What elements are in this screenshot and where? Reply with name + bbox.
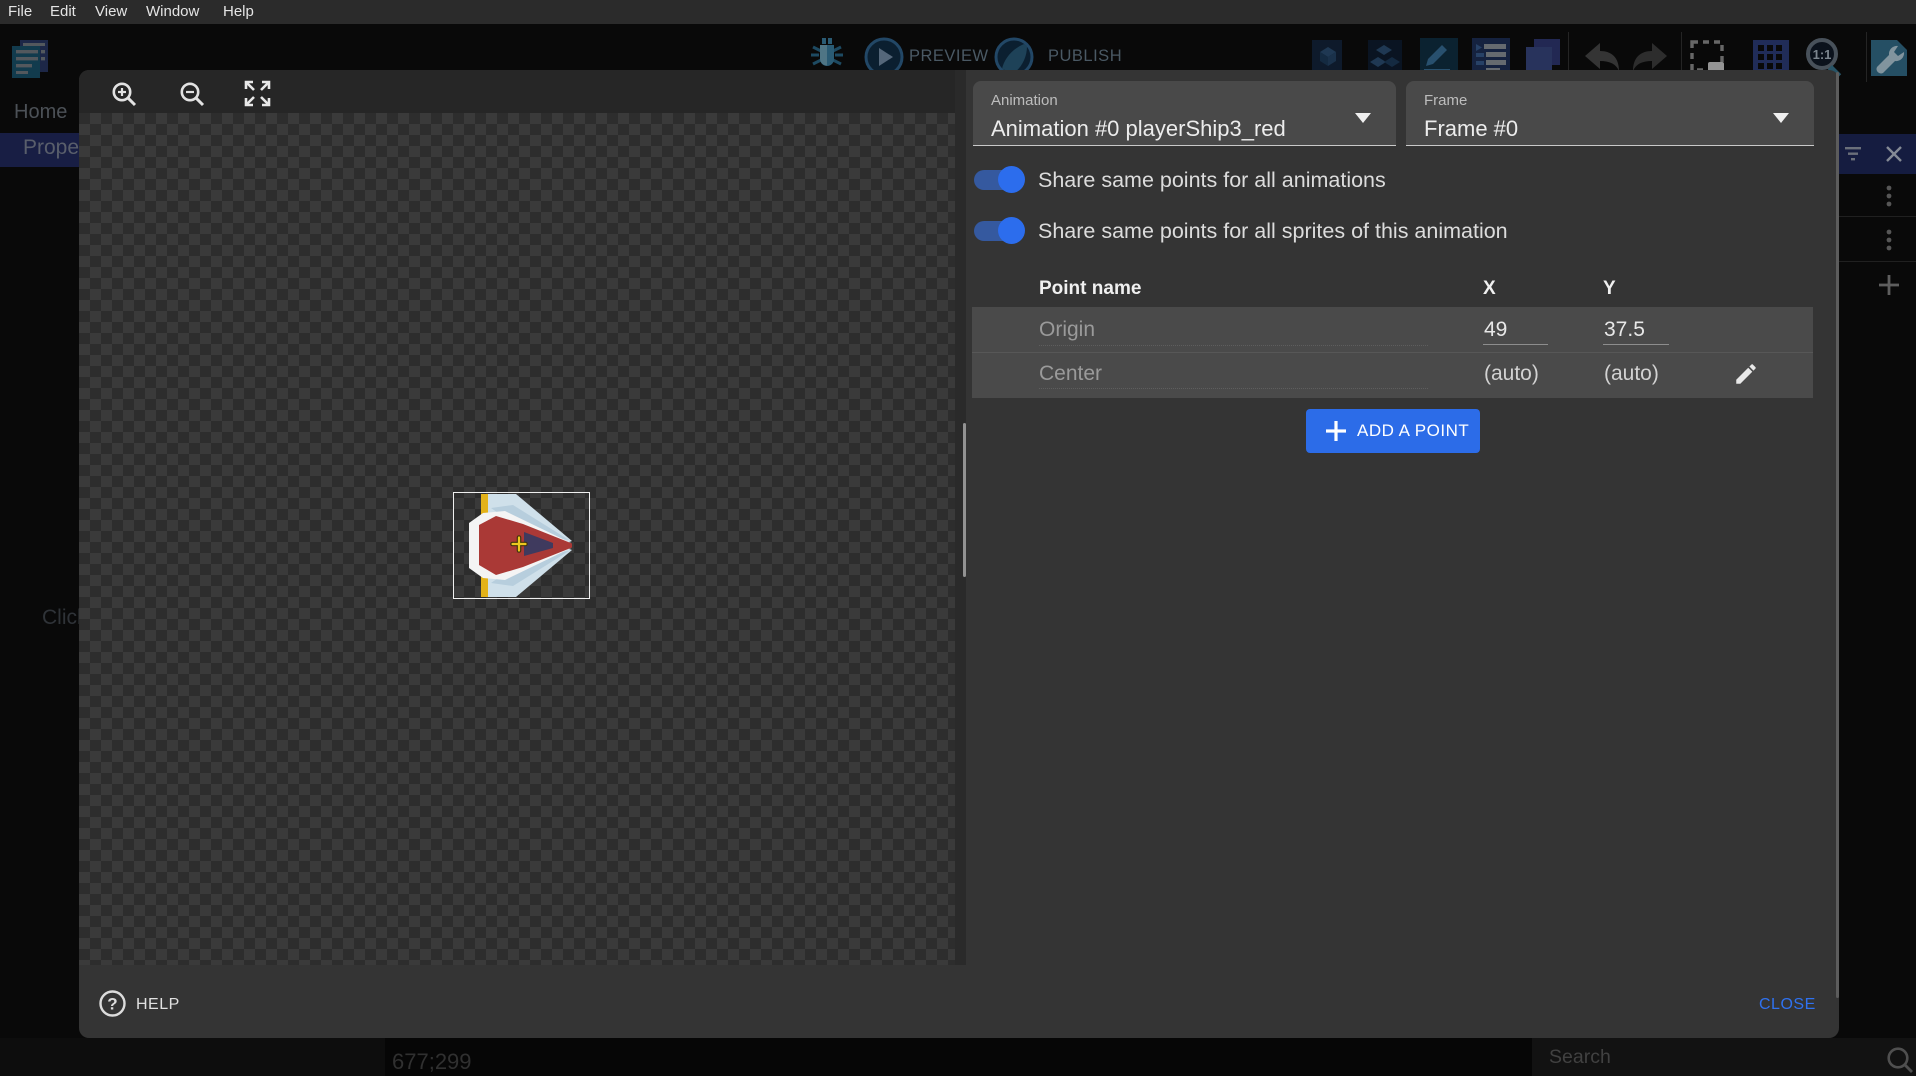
svg-text:1:1: 1:1 <box>1813 47 1832 62</box>
svg-text:?: ? <box>107 995 117 1014</box>
